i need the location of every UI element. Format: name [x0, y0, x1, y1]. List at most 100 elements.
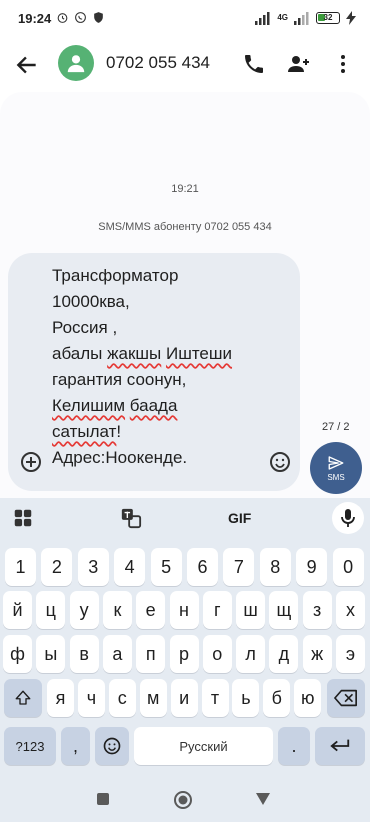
- keyboard-toolbar: GIF: [0, 498, 370, 540]
- compose-line: Адрес:Ноокенде.: [52, 448, 188, 467]
- letter-key[interactable]: б: [263, 679, 291, 717]
- compose-line: сатылат!: [52, 422, 122, 441]
- sms-recipient-label: SMS/MMS абоненту 0702 055 434: [98, 221, 272, 233]
- emoji-key[interactable]: [95, 727, 129, 765]
- compose-line: гарантия соонун,: [52, 370, 187, 389]
- number-key[interactable]: 8: [259, 548, 291, 586]
- add-person-icon[interactable]: [286, 52, 310, 76]
- enter-key[interactable]: [315, 727, 365, 765]
- recent-apps-icon[interactable]: [96, 792, 110, 806]
- letter-key[interactable]: м: [139, 679, 167, 717]
- letter-key[interactable]: в: [69, 635, 99, 673]
- battery-level: 32: [323, 13, 333, 22]
- backspace-key[interactable]: [327, 679, 365, 717]
- phone-icon[interactable]: [242, 52, 266, 76]
- letter-key[interactable]: й: [3, 591, 32, 629]
- number-key[interactable]: 5: [150, 548, 182, 586]
- compose-line: Трансформатор: [52, 266, 179, 285]
- emoji-keyboard-icon: [103, 737, 121, 755]
- letter-key[interactable]: у: [69, 591, 99, 629]
- letter-key[interactable]: р: [169, 635, 199, 673]
- person-icon: [67, 55, 85, 73]
- more-vert-icon[interactable]: [331, 52, 355, 76]
- misspelled-word[interactable]: жакшы: [107, 344, 161, 363]
- letter-key[interactable]: н: [169, 591, 199, 629]
- send-icon: [328, 456, 344, 470]
- letter-key[interactable]: д: [269, 635, 299, 673]
- letter-key[interactable]: ю: [294, 679, 322, 717]
- letter-key[interactable]: х: [336, 591, 365, 629]
- alarm-icon: [57, 13, 68, 23]
- status-system-icons: 4G 32: [255, 11, 356, 25]
- compose-text[interactable]: Трансформатор 10000ква, Россия , абалы жакш…: [52, 263, 272, 471]
- letter-key[interactable]: ь: [232, 679, 260, 717]
- letter-key[interactable]: т: [201, 679, 229, 717]
- mic-button[interactable]: [332, 502, 364, 534]
- letter-key[interactable]: и: [170, 679, 198, 717]
- home-icon[interactable]: [173, 790, 193, 810]
- keyboard-row-3: ячсмитьбю: [0, 679, 370, 717]
- number-key[interactable]: 0: [332, 548, 364, 586]
- misspelled-word[interactable]: Келишим: [52, 396, 125, 415]
- letter-key[interactable]: о: [202, 635, 232, 673]
- avatar[interactable]: [58, 45, 94, 81]
- letter-key[interactable]: з: [302, 591, 332, 629]
- back-arrow-icon[interactable]: [14, 52, 40, 78]
- battery-icon: 32: [316, 12, 340, 24]
- letter-key[interactable]: с: [108, 679, 136, 717]
- shift-key[interactable]: [4, 679, 42, 717]
- contact-name[interactable]: 0702 055 434: [106, 53, 210, 73]
- keyboard-row-2: фывапролджэ: [0, 635, 370, 673]
- letter-key[interactable]: ц: [36, 591, 66, 629]
- compose-field[interactable]: Трансформатор 10000ква, Россия , абалы жакш…: [8, 253, 300, 491]
- letter-key[interactable]: ы: [36, 635, 66, 673]
- number-key[interactable]: 4: [114, 548, 146, 586]
- charging-icon: [346, 11, 356, 25]
- space-key[interactable]: Русский: [134, 727, 273, 765]
- back-nav-icon[interactable]: [255, 792, 271, 806]
- signal-icon-2: [294, 11, 309, 25]
- letter-key[interactable]: е: [136, 591, 166, 629]
- emoji-icon[interactable]: [268, 450, 292, 474]
- translate-icon[interactable]: [120, 507, 142, 529]
- letter-key[interactable]: я: [47, 679, 74, 717]
- period-key[interactable]: .: [278, 727, 310, 765]
- letter-key[interactable]: к: [102, 591, 132, 629]
- network-type: 4G: [277, 13, 288, 22]
- misspelled-word[interactable]: сатылат: [52, 422, 116, 441]
- comma-key[interactable]: ,: [61, 727, 90, 765]
- letter-key[interactable]: л: [236, 635, 266, 673]
- letter-key[interactable]: г: [202, 591, 232, 629]
- letter-key[interactable]: ж: [302, 635, 332, 673]
- letter-key[interactable]: ф: [3, 635, 32, 673]
- add-attachment-icon[interactable]: [19, 450, 43, 474]
- letter-key[interactable]: а: [102, 635, 132, 673]
- letter-key[interactable]: э: [336, 635, 365, 673]
- status-time: 19:24: [18, 11, 52, 26]
- keyboard-row-numbers: 1234567890: [0, 548, 370, 586]
- misspelled-word[interactable]: Иштеши: [166, 344, 232, 363]
- compose-line: Келишим баада: [52, 393, 272, 419]
- symbols-key[interactable]: ?123: [4, 727, 56, 765]
- misspelled-word[interactable]: баада: [130, 396, 178, 415]
- number-key[interactable]: 3: [77, 548, 109, 586]
- send-sms-button[interactable]: SMS: [310, 442, 362, 494]
- letter-key[interactable]: ч: [77, 679, 105, 717]
- letter-key[interactable]: п: [136, 635, 166, 673]
- send-sms-label: SMS: [327, 473, 345, 482]
- whatsapp-icon: [75, 12, 86, 23]
- number-key[interactable]: 6: [187, 548, 218, 586]
- keyboard-row-1: йцукенгшщзх: [0, 591, 370, 629]
- gif-button[interactable]: GIF: [228, 510, 251, 526]
- char-counter: 27 / 2: [322, 421, 350, 433]
- number-key[interactable]: 7: [223, 548, 255, 586]
- number-key[interactable]: 9: [296, 548, 328, 586]
- compose-line: абалы жакшы Иштеши: [52, 344, 233, 363]
- number-key[interactable]: 2: [41, 548, 73, 586]
- apps-grid-icon[interactable]: [12, 507, 34, 529]
- number-key[interactable]: 1: [5, 548, 36, 586]
- signal-icon: [255, 11, 270, 25]
- letter-key[interactable]: щ: [269, 591, 299, 629]
- letter-key[interactable]: ш: [236, 591, 266, 629]
- backspace-icon: [334, 689, 357, 707]
